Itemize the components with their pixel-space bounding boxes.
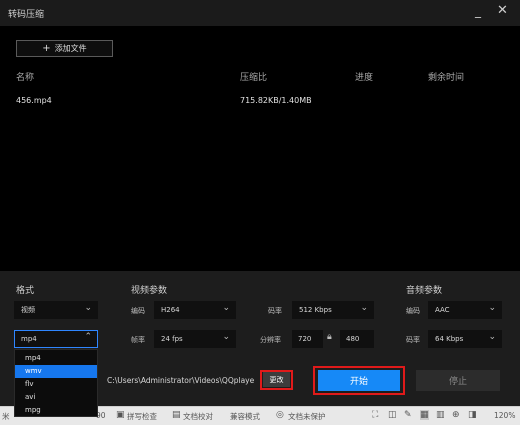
resolution-label: 分辨率 [260,336,281,344]
width-input[interactable]: 720 [292,330,323,348]
column-header-remaining: 剩余时间 [428,73,465,83]
chevron-down-icon: ⌄ [222,303,230,313]
split-view-icon[interactable]: ◨ [468,410,477,420]
audio-codec-select[interactable]: AAC ⌄ [428,301,502,319]
stop-button[interactable]: 停止 [416,370,500,391]
format-option-mpg[interactable]: mpg [15,404,97,417]
proofread-button[interactable]: 文档校对 [183,411,213,422]
spellcheck-icon: ▣ [116,410,125,420]
compat-mode-label: 兼容模式 [230,412,260,421]
output-path: C:\Users\Administrator\Videos\QQplaye [107,376,255,385]
column-header-progress: 进度 [355,73,374,83]
video-section-label: 视频参数 [131,286,168,296]
status-fragment: 米 [2,412,10,421]
add-file-button[interactable]: + 添加文件 [16,40,113,57]
outline-view-icon[interactable]: ▥ [436,410,445,420]
file-name-cell[interactable]: 456.mp4 [16,96,52,105]
close-icon[interactable]: ✕ [497,3,508,18]
format-option-flv[interactable]: flv [15,378,97,391]
file-list-panel [0,26,520,271]
protect-icon: ◎ [276,410,284,420]
video-codec-label: 编码 [131,307,145,315]
chevron-down-icon: ⌄ [488,303,496,313]
fps-value: 24 fps [161,335,183,343]
format-option-wmv[interactable]: wmv [15,365,97,378]
minimize-icon[interactable]: _ [475,4,481,18]
audio-bitrate-label: 码率 [406,336,420,344]
audio-bitrate-select[interactable]: 64 Kbps ⌄ [428,330,502,348]
spell-check-button[interactable]: 拼写检查 [127,411,157,422]
start-button[interactable]: 开始 [318,370,400,391]
read-mode-icon[interactable]: ◫ [388,410,397,420]
column-header-name: 名称 [16,73,35,83]
chevron-down-icon: ⌄ [222,332,230,342]
video-bitrate-select[interactable]: 512 Kbps ⌄ [292,301,374,319]
media-type-select[interactable]: 视频 ⌄ [14,301,98,319]
protect-status[interactable]: 文档未保护 [288,411,326,422]
chevron-down-icon: ⌄ [360,303,368,313]
video-codec-select[interactable]: H264 ⌄ [154,301,236,319]
format-section-label: 格式 [16,286,35,296]
fps-select[interactable]: 24 fps ⌄ [154,330,236,348]
column-header-ratio: 压缩比 [240,73,268,83]
height-input[interactable]: 480 [340,330,374,348]
format-option-mp4[interactable]: mp4 [15,352,97,365]
video-codec-value: H264 [161,306,180,314]
format-dropdown: mp4 wmv flv avi mpg [14,349,98,417]
lock-icon[interactable]: 🔒︎ [327,332,332,342]
title-bar [0,0,520,26]
chevron-up-icon: ⌃ [84,332,92,342]
file-ratio-cell: 715.82KB/1.40MB [240,96,312,105]
plus-icon: + [42,43,51,54]
audio-section-label: 音频参数 [406,286,443,296]
audio-bitrate-value: 64 Kbps [435,335,464,343]
change-path-button[interactable]: 更改 [263,372,290,387]
fps-label: 帧率 [131,336,145,344]
audio-codec-label: 编码 [406,307,420,315]
chevron-down-icon: ⌄ [488,332,496,342]
audio-codec-value: AAC [435,306,450,314]
chevron-down-icon: ⌄ [84,303,92,313]
edit-icon[interactable]: ✎ [404,410,412,420]
container-format-value: mp4 [21,335,37,343]
proofread-icon: ▤ [172,410,181,420]
web-view-icon[interactable]: ⊕ [452,410,460,420]
zoom-level[interactable]: 120% [494,411,515,420]
window-title: 转码压缩 [8,10,45,20]
add-file-label: 添加文件 [54,44,87,53]
page-view-icon[interactable]: ▦ [420,410,429,420]
container-format-select[interactable]: mp4 ⌃ [14,330,98,348]
media-type-value: 视频 [21,306,35,314]
fullscreen-icon[interactable]: ⛶ [372,410,378,420]
format-option-avi[interactable]: avi [15,391,97,404]
video-bitrate-label: 码率 [268,307,282,315]
video-bitrate-value: 512 Kbps [299,306,332,314]
